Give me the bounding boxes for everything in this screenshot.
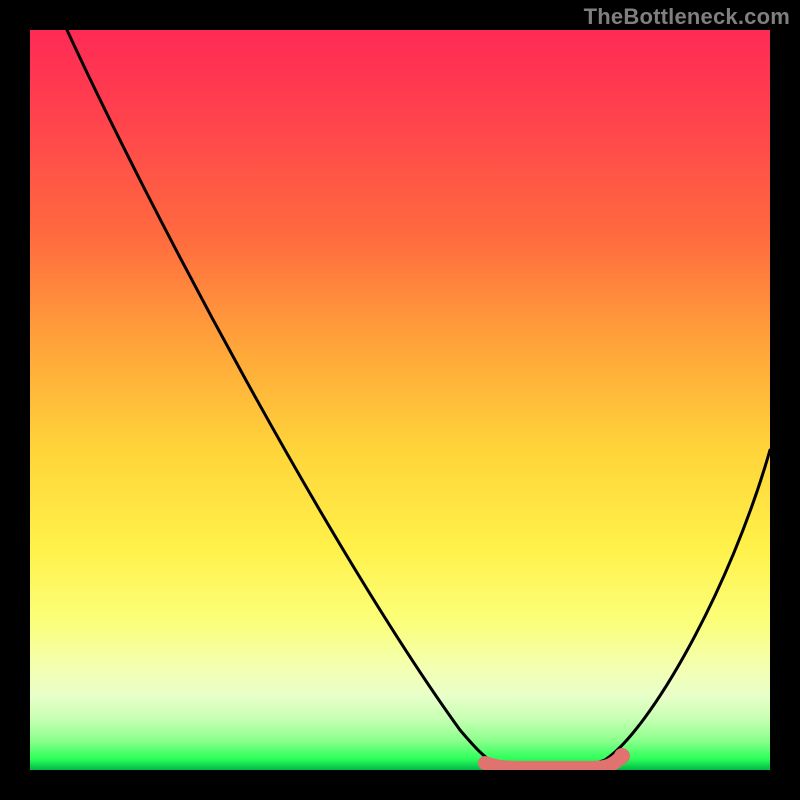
plot-area (30, 30, 770, 770)
trough-marker (485, 758, 620, 768)
curve-layer (30, 30, 770, 770)
watermark-text: TheBottleneck.com (584, 4, 790, 30)
bottleneck-curve-path (67, 30, 770, 768)
trough-end-dot (614, 748, 630, 764)
chart-frame: TheBottleneck.com (0, 0, 800, 800)
